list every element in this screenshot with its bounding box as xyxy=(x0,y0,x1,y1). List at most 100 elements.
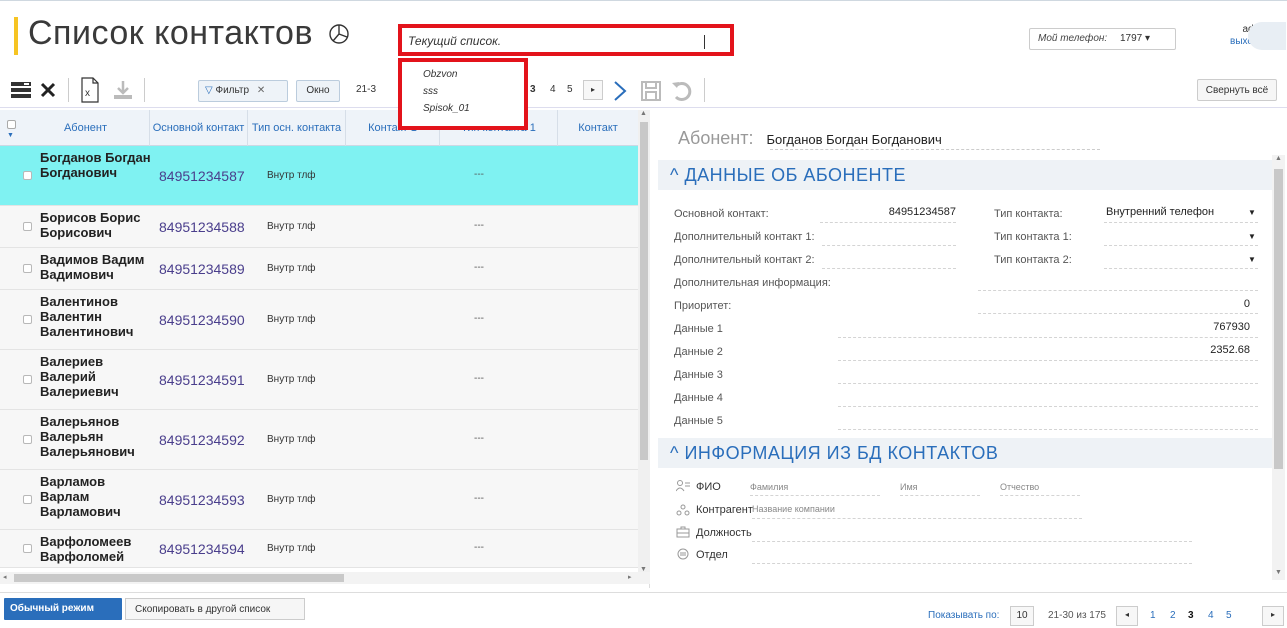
row-checkbox[interactable] xyxy=(23,495,32,504)
main-contact-field[interactable]: 84951234587 xyxy=(820,206,956,218)
first-name-field[interactable]: Имя xyxy=(900,482,918,492)
dropdown-arrow-icon[interactable]: ▼ xyxy=(1248,208,1256,217)
row-contact-type: Внутр тлф xyxy=(267,434,316,445)
dropdown-arrow-icon[interactable]: ▼ xyxy=(1248,232,1256,241)
row-contact-type-1: --- xyxy=(474,262,484,273)
scroll-thumb[interactable] xyxy=(14,574,344,582)
table-row[interactable]: Варфоломеев Варфоломей 84951234594 Внутр т… xyxy=(0,530,638,568)
section-title: ИНФОРМАЦИЯ ИЗ БД КОНТАКТОВ xyxy=(684,443,999,463)
table-row[interactable]: Валериев Валерий Валериевич 84951234591 Вн… xyxy=(0,350,638,410)
page-size-select[interactable]: 10 xyxy=(1010,606,1034,626)
row-main-contact[interactable]: 84951234591 xyxy=(159,372,245,388)
list-option-spisok01[interactable]: Spisok_01 xyxy=(402,100,524,117)
scroll-up-icon[interactable]: ▲ xyxy=(1275,155,1282,162)
undo-icon[interactable] xyxy=(670,80,694,102)
department-icon xyxy=(677,548,689,560)
extra-contact-1-label: Дополнительный контакт 1: xyxy=(674,231,815,243)
save-icon[interactable] xyxy=(640,80,662,102)
row-checkbox[interactable] xyxy=(23,315,32,324)
data-2-field[interactable]: 2352.68 xyxy=(1100,344,1250,356)
avatar[interactable] xyxy=(1248,22,1286,50)
row-contact-type: Внутр тлф xyxy=(267,221,316,232)
row-contact-type-1: --- xyxy=(474,220,484,231)
list-option-sss[interactable]: sss xyxy=(402,83,524,100)
table-row[interactable]: Борисов Борис Борисович 84951234588 Внутр … xyxy=(0,206,638,248)
field-underline xyxy=(750,495,880,496)
section-subscriber-data[interactable]: ^ ДАННЫЕ ОБ АБОНЕНТЕ xyxy=(658,160,1272,190)
page-2[interactable]: 2 xyxy=(1170,610,1176,621)
row-main-contact[interactable]: 84951234590 xyxy=(159,312,245,328)
row-name: Варфоломеев Варфоломей xyxy=(40,534,132,564)
collapse-all-button[interactable]: Свернуть всё xyxy=(1197,79,1277,101)
scroll-right-icon[interactable]: ▸ xyxy=(628,573,632,581)
scroll-thumb[interactable] xyxy=(640,122,648,460)
copy-to-list-button[interactable]: Скопировать в другой список xyxy=(125,598,305,620)
abonent-underline xyxy=(770,149,1100,150)
contact-type-select[interactable]: Внутренний телефон xyxy=(1106,206,1214,218)
priority-field[interactable]: 0 xyxy=(1100,298,1250,310)
table-row[interactable]: Варламов Варлам Варламович 84951234593 Вну… xyxy=(0,470,638,530)
scroll-up-icon[interactable]: ▲ xyxy=(640,110,647,117)
row-checkbox[interactable] xyxy=(23,264,32,273)
fio-label: ФИО xyxy=(696,481,721,493)
row-main-contact[interactable]: 84951234588 xyxy=(159,219,245,235)
table-row[interactable]: Богданов Богдан Богданович 84951234587 Вну… xyxy=(0,146,638,206)
list-option-obzvon[interactable]: Obzvon xyxy=(402,66,524,83)
row-contact-type-1: --- xyxy=(474,169,484,180)
table-row[interactable]: Валентинов Валентин Валентинович 84951234… xyxy=(0,290,638,350)
row-contact-type-1: --- xyxy=(474,433,484,444)
data-3-field[interactable] xyxy=(838,383,1258,384)
extra-contact-2-label: Дополнительный контакт 2: xyxy=(674,254,815,266)
row-main-contact[interactable]: 84951234592 xyxy=(159,432,245,448)
extra-contact-1-field[interactable] xyxy=(822,245,956,246)
page-4[interactable]: 4 xyxy=(1208,610,1214,621)
company-field[interactable]: Название компании xyxy=(752,504,835,514)
field-underline xyxy=(900,495,980,496)
patronymic-field[interactable]: Отчество xyxy=(1000,482,1039,492)
section-title: ДАННЫЕ ОБ АБОНЕНТЕ xyxy=(684,165,907,185)
row-checkbox[interactable] xyxy=(23,544,32,553)
row-checkbox[interactable] xyxy=(23,222,32,231)
scroll-thumb[interactable] xyxy=(1274,169,1283,469)
data-1-field[interactable]: 767930 xyxy=(1100,321,1250,333)
abonent-label: Абонент: xyxy=(678,128,754,148)
row-name: Валерьянов Валерьян Валерьянович xyxy=(40,414,135,459)
table-vertical-scrollbar[interactable]: ▲ ▼ xyxy=(638,110,650,578)
table-row[interactable]: Валерьянов Валерьян Валерьянович 84951234… xyxy=(0,410,638,470)
data-4-field[interactable] xyxy=(838,406,1258,407)
scroll-down-icon[interactable]: ▼ xyxy=(1275,569,1282,576)
page-5[interactable]: 5 xyxy=(1226,610,1232,621)
table-row[interactable]: Вадимов Вадим Вадимович 84951234589 Внутр … xyxy=(0,248,638,290)
extra-info-field[interactable] xyxy=(978,290,1258,291)
next-page-button[interactable]: ▸ xyxy=(1262,606,1284,626)
row-contact-type: Внутр тлф xyxy=(267,263,316,274)
dropdown-arrow-icon[interactable]: ▼ xyxy=(1248,255,1256,264)
page-1[interactable]: 1 xyxy=(1150,610,1156,621)
row-checkbox[interactable] xyxy=(23,171,32,180)
row-checkbox[interactable] xyxy=(23,435,32,444)
prev-page-button[interactable]: ◂ xyxy=(1116,606,1138,626)
my-phone-select[interactable]: Мой телефон: 1797 ▾ xyxy=(1029,28,1176,50)
scroll-left-icon[interactable]: ◂ xyxy=(3,573,7,581)
extra-contact-2-field[interactable] xyxy=(822,268,956,269)
data-5-field[interactable] xyxy=(838,429,1258,430)
row-main-contact[interactable]: 84951234593 xyxy=(159,492,245,508)
section-contacts-db[interactable]: ^ ИНФОРМАЦИЯ ИЗ БД КОНТАКТОВ xyxy=(658,438,1272,468)
row-main-contact[interactable]: 84951234587 xyxy=(159,168,245,184)
normal-mode-button[interactable]: Обычный режим xyxy=(4,598,122,620)
contact-type-2-select[interactable] xyxy=(1104,268,1258,269)
row-contact-type: Внутр тлф xyxy=(267,170,316,181)
row-main-contact[interactable]: 84951234594 xyxy=(159,541,245,557)
detail-vertical-scrollbar[interactable]: ▲ ▼ xyxy=(1272,155,1285,580)
position-field[interactable] xyxy=(752,541,1192,542)
contact-type-1-select[interactable] xyxy=(1104,245,1258,246)
person-icon xyxy=(676,480,690,492)
department-field[interactable] xyxy=(752,563,1192,564)
table-horizontal-scrollbar[interactable]: ◂ ▸ xyxy=(0,572,650,584)
toolbar-divider xyxy=(704,78,705,102)
main-contact-label: Основной контакт: xyxy=(674,208,769,220)
page-3-current[interactable]: 3 xyxy=(1188,610,1194,621)
surname-field[interactable]: Фамилия xyxy=(750,482,788,492)
row-checkbox[interactable] xyxy=(23,375,32,384)
row-main-contact[interactable]: 84951234589 xyxy=(159,261,245,277)
